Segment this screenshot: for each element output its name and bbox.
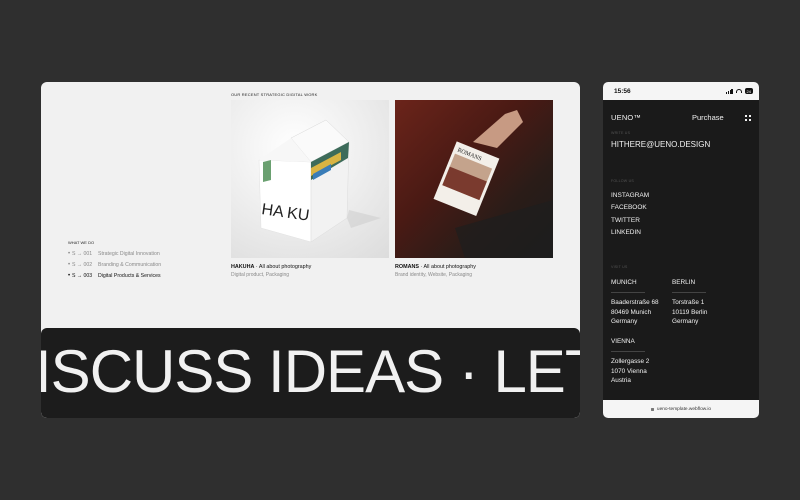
- office-berlin: BERLIN Torstraße 1 10119 Berlin Germany: [672, 278, 707, 326]
- office-city: MUNICH: [611, 279, 637, 286]
- project-categories: Brand identity, Website, Packaging: [395, 272, 473, 278]
- service-label: Digital Products & Services: [98, 272, 161, 279]
- lock-icon: [650, 407, 654, 411]
- project-name: ROMANS: [395, 264, 419, 270]
- office-vienna: VIENNA Zollergasse 2 1070 Vienna Austria: [611, 337, 649, 385]
- purchase-link[interactable]: Purchase: [692, 113, 724, 122]
- service-number: S → 001: [72, 250, 93, 257]
- project-image-romans: ROMANS: [395, 100, 553, 258]
- recent-work-label: OUR RECENT STRATEGIC DIGITAL WORK: [231, 92, 318, 97]
- address-line: Austria: [611, 376, 631, 384]
- divider: [672, 292, 706, 294]
- wifi-icon: [735, 89, 742, 93]
- service-number: S → 002: [72, 261, 93, 268]
- address-line: 10119 Berlin: [672, 308, 708, 316]
- desktop-preview: OUR RECENT STRATEGIC DIGITAL WORK WHAT W…: [41, 82, 580, 418]
- social-link-facebook[interactable]: FACEBOOK: [611, 204, 649, 216]
- status-time: 15:56: [614, 87, 631, 95]
- project-card-hakuha[interactable]: HA KU HAKUHA · All about photography Dig…: [231, 100, 389, 278]
- service-item-002[interactable]: • S → 002 Branding & Communication: [68, 259, 161, 270]
- office-city: BERLIN: [672, 279, 696, 286]
- address-line: Baaderstraße 68: [611, 299, 659, 307]
- project-tagline: · All about photography: [254, 264, 312, 270]
- mobile-nav: UENO™ Purchase: [611, 113, 751, 122]
- service-item-001[interactable]: • S → 001 Strategic Digital Innovation: [68, 248, 161, 259]
- status-bar: 15:56 24: [603, 82, 759, 100]
- marquee-text: ISCUSS IDEAS · LET’: [41, 338, 580, 405]
- divider: [611, 292, 645, 294]
- office-city: VIENNA: [611, 338, 635, 345]
- address-line: Germany: [672, 317, 699, 325]
- url-text: ueno-template.webflow.io: [656, 406, 712, 412]
- romans-card-illustration: ROMANS: [433, 110, 553, 258]
- office-munich: MUNICH Baaderstraße 68 80469 Munich Germ…: [611, 278, 659, 326]
- address-line: Torstraße 1: [672, 299, 705, 307]
- service-label: Strategic Digital Innovation: [98, 250, 160, 257]
- service-number: S → 003: [72, 272, 93, 279]
- address-line: Zollergasse 2: [611, 358, 650, 366]
- divider: [611, 351, 645, 353]
- visit-us-label: VISIT US: [611, 265, 628, 269]
- address-line: 80469 Munich: [611, 308, 652, 316]
- address-line: Germany: [611, 317, 638, 325]
- menu-grid-icon[interactable]: [745, 114, 751, 121]
- address-line: 1070 Vienna: [611, 367, 647, 375]
- hakuha-box-illustration: HA KU: [258, 119, 381, 243]
- battery-icon: 24: [744, 88, 753, 94]
- mobile-preview: 15:56 24 UENO™ Purchase WRITE US HITHERE…: [603, 82, 759, 418]
- project-categories: Digital product, Packaging: [231, 272, 290, 278]
- project-name: HAKUHA: [231, 264, 255, 270]
- write-us-label: WRITE US: [611, 131, 631, 135]
- project-title: HAKUHA · All about photography: [231, 264, 389, 270]
- social-links: INSTAGRAM FACEBOOK TWITTER LINKEDIN: [611, 192, 649, 241]
- project-tagline: · All about photography: [418, 264, 476, 270]
- services-list: • S → 001 Strategic Digital Innovation •…: [68, 248, 161, 281]
- service-label: Branding & Communication: [98, 261, 162, 268]
- marquee-banner: ISCUSS IDEAS · LET’: [41, 328, 580, 418]
- social-link-twitter[interactable]: TWITTER: [611, 217, 649, 229]
- status-icons: 24: [726, 88, 753, 94]
- project-card-romans[interactable]: ROMANS ROMANS · All about photography Br…: [395, 100, 553, 278]
- signal-icon: [726, 88, 733, 94]
- logo[interactable]: UENO™: [611, 113, 641, 122]
- browser-url-bar[interactable]: ueno-template.webflow.io: [603, 400, 759, 418]
- social-link-linkedin[interactable]: LINKEDIN: [611, 229, 649, 241]
- what-we-do-label: WHAT WE DO: [68, 240, 95, 245]
- service-item-003[interactable]: • S → 003 Digital Products & Services: [68, 270, 161, 281]
- email-link[interactable]: HITHERE@UENO.DESIGN: [611, 140, 710, 149]
- project-title: ROMANS · All about photography: [395, 264, 553, 270]
- social-link-instagram[interactable]: INSTAGRAM: [611, 192, 649, 204]
- project-image-hakuha: HA KU: [231, 100, 389, 258]
- follow-us-label: FOLLOW US: [611, 179, 634, 183]
